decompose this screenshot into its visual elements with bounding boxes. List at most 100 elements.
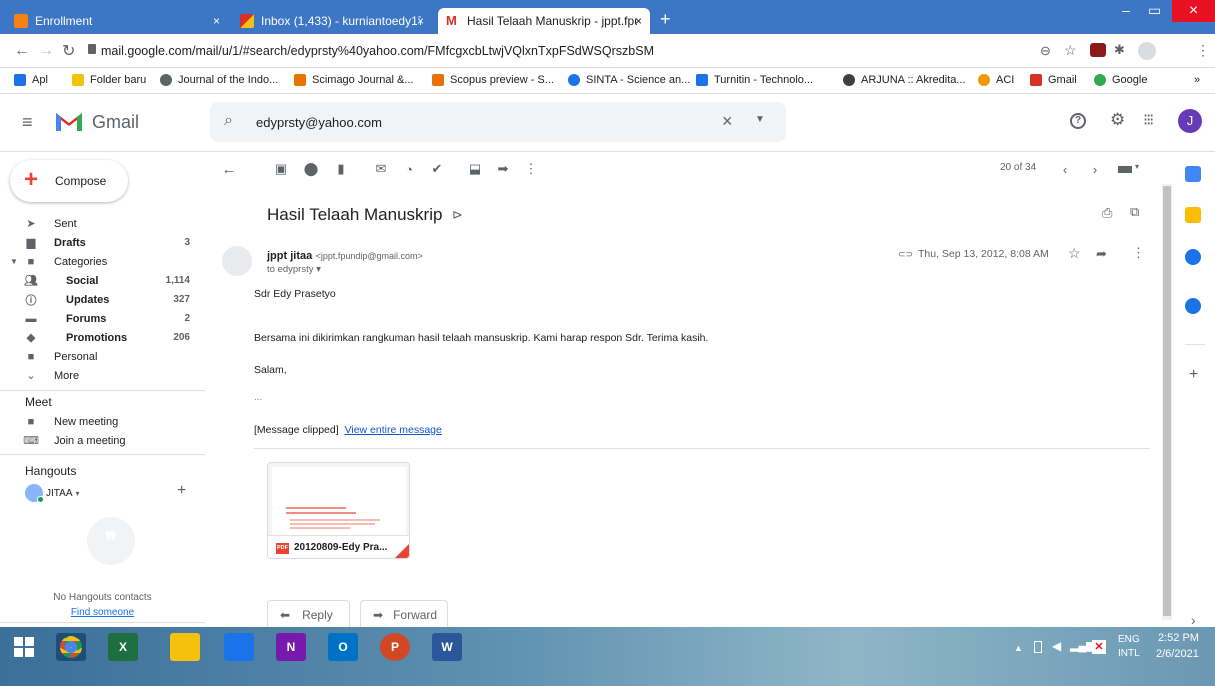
browser-tab-enrollment[interactable]: Enrollment × — [6, 8, 228, 34]
input-tools-dropdown-icon[interactable]: ▾ — [1135, 162, 1139, 171]
powerpoint-taskbar-icon[interactable]: P — [380, 633, 410, 661]
label-icon[interactable]: ➡ — [496, 161, 510, 176]
help-icon[interactable]: ? — [1070, 113, 1086, 129]
browser-tab-inbox[interactable]: Inbox (1,433) - kurniantoedy17@ × — [232, 8, 432, 34]
sidebar-item-categories[interactable]: ▼ ■ Categories — [0, 252, 205, 271]
show-details-icon[interactable]: ▾ — [316, 264, 321, 275]
open-new-window-icon[interactable]: ⧉ — [1130, 204, 1139, 220]
sidebar-item-updates[interactable]: ⓘ Updates 327 — [0, 290, 205, 309]
bookmark-scimago[interactable]: Scimago Journal &... — [294, 74, 414, 86]
account-avatar[interactable]: J — [1178, 109, 1202, 133]
battery-icon[interactable] — [1034, 641, 1042, 653]
add-task-icon[interactable]: ✔ — [430, 161, 444, 176]
sidebar-item-sent[interactable]: ➤ Sent — [0, 214, 205, 233]
network-icon[interactable]: ▂▄▆ — [1070, 639, 1095, 652]
clock-time[interactable]: 2:52 PM — [1158, 632, 1199, 644]
language-indicator[interactable]: ENG — [1118, 634, 1140, 645]
sidebar-item-personal[interactable]: ■ Personal — [0, 347, 205, 366]
bookmark-scopus[interactable]: Scopus preview - S... — [432, 74, 554, 86]
back-to-list-icon[interactable]: ← — [222, 161, 237, 178]
search-options-icon[interactable]: ▼ — [755, 114, 765, 125]
sidebar-item-more[interactable]: ⌄ More — [0, 366, 205, 385]
reload-icon[interactable]: ↻ — [62, 41, 75, 61]
star-bookmark-icon[interactable]: ☆ — [1064, 42, 1077, 59]
main-menu-icon[interactable]: ≡ — [22, 112, 33, 133]
scrollbar-track[interactable] — [1162, 184, 1172, 620]
browser-tab-active[interactable]: M Hasil Telaah Manuskrip - jppt.fpu × — [438, 8, 650, 34]
bookmark-journal[interactable]: Journal of the Indo... — [160, 74, 278, 86]
snooze-icon[interactable]: ◔ — [402, 162, 416, 177]
show-side-panel-icon[interactable]: › — [1191, 612, 1196, 628]
onenote-taskbar-icon[interactable]: N — [276, 633, 306, 661]
clear-search-icon[interactable]: × — [722, 111, 733, 132]
speaker-icon[interactable]: ◀︎ — [1052, 639, 1061, 653]
sender-name[interactable]: jppt jitaa — [267, 250, 312, 262]
clock-date[interactable]: 2/6/2021 — [1156, 648, 1199, 660]
keep-icon[interactable] — [1185, 207, 1201, 223]
expand-arrow-icon[interactable]: ▼ — [10, 257, 18, 266]
mark-unread-icon[interactable]: ✉ — [374, 161, 388, 176]
back-icon[interactable]: ← — [14, 42, 30, 60]
language-variant[interactable]: INTL — [1118, 648, 1140, 659]
older-icon[interactable]: › — [1088, 162, 1102, 177]
settings-gear-icon[interactable]: ⚙ — [1110, 110, 1125, 130]
tray-expand-icon[interactable]: ▲ — [1014, 643, 1023, 653]
gmail-brand[interactable]: Gmail — [92, 112, 139, 133]
tab-close-icon[interactable]: × — [213, 14, 220, 28]
forward-icon[interactable]: → — [38, 42, 54, 60]
report-spam-icon[interactable]: ⬤ — [304, 161, 319, 176]
compose-button[interactable]: + Compose — [10, 160, 128, 202]
minimize-button[interactable]: – — [1122, 2, 1130, 18]
url-text[interactable]: mail.google.com/mail/u/1/#search/edyprst… — [101, 44, 654, 58]
search-icon[interactable]: ⌕ — [224, 112, 233, 130]
bookmark-sinta[interactable]: SINTA - Science an... — [568, 74, 690, 86]
bookmark-apps[interactable]: Apl — [14, 74, 48, 86]
bookmark-turnitin[interactable]: Turnitin - Technolo... — [696, 74, 813, 86]
print-icon[interactable]: ⎙ — [1102, 205, 1112, 221]
recipient-line[interactable]: to edyprsty ▾ — [267, 264, 321, 275]
sidebar-item-social[interactable]: 👥︎ Social 1,114 — [0, 271, 205, 290]
scrollbar-thumb[interactable] — [1163, 186, 1171, 616]
sidebar-item-promotions[interactable]: ◆ Promotions 206 — [0, 328, 205, 347]
find-someone-link[interactable]: Find someone — [0, 607, 205, 618]
important-marker-icon[interactable]: ⊳ — [452, 207, 463, 223]
bookmark-gmail[interactable]: Gmail — [1030, 74, 1077, 86]
sidebar-item-forums[interactable]: ▬ Forums 2 — [0, 309, 205, 328]
search-bar[interactable]: ⌕ edyprsty@yahoo.com × ▼ — [210, 102, 786, 142]
view-entire-message-link[interactable]: View entire message — [345, 424, 442, 436]
tab-close-icon[interactable]: × — [417, 14, 424, 28]
new-meeting-button[interactable]: ■ New meeting — [0, 412, 205, 431]
chrome-menu-icon[interactable]: ⋮ — [1196, 42, 1210, 59]
hangouts-user[interactable]: JITAA ▾ — [25, 484, 80, 503]
word-taskbar-icon[interactable]: W — [432, 633, 462, 661]
keyboard-input-icon[interactable] — [1118, 166, 1132, 173]
security-shield-icon[interactable] — [224, 633, 254, 661]
tab-close-icon[interactable]: × — [635, 14, 642, 28]
maximize-button[interactable]: ▭ — [1148, 2, 1161, 19]
notification-x-icon[interactable]: ✕ — [1092, 640, 1106, 654]
chrome-taskbar-icon[interactable] — [56, 633, 86, 661]
close-window-button[interactable]: × — [1172, 0, 1215, 22]
profile-avatar-icon[interactable] — [1138, 42, 1156, 60]
reply-button[interactable]: ⬅︎ Reply — [267, 600, 350, 630]
forward-button[interactable]: ➡︎ Forward — [360, 600, 448, 630]
star-icon[interactable]: ☆ — [1068, 245, 1081, 262]
file-explorer-icon[interactable] — [170, 633, 200, 661]
more-options-icon[interactable]: ⋮ — [524, 161, 538, 176]
outlook-taskbar-icon[interactable]: O — [328, 633, 358, 661]
get-addons-icon[interactable]: + — [1189, 366, 1198, 384]
extension-icon[interactable] — [1090, 43, 1106, 57]
sidebar-item-drafts[interactable]: ▆ Drafts 3 — [0, 233, 205, 252]
archive-icon[interactable]: ▣ — [274, 161, 288, 176]
trimmed-content[interactable]: ... — [254, 392, 262, 403]
reply-icon[interactable]: ➦ — [1096, 246, 1107, 262]
contacts-icon[interactable] — [1185, 298, 1201, 314]
apps-grid-icon[interactable]: ⁝⁝⁝ — [1143, 110, 1154, 130]
bookmarks-overflow[interactable]: » — [1194, 74, 1200, 86]
bookmark-arjuna[interactable]: ARJUNA :: Akredita... — [843, 74, 966, 86]
join-meeting-button[interactable]: ⌨ Join a meeting — [0, 431, 205, 450]
bookmark-aci[interactable]: ACI — [978, 74, 1014, 86]
new-tab-button[interactable]: + — [660, 9, 671, 30]
calendar-icon[interactable] — [1185, 166, 1201, 182]
newer-icon[interactable]: ‹ — [1058, 162, 1072, 177]
